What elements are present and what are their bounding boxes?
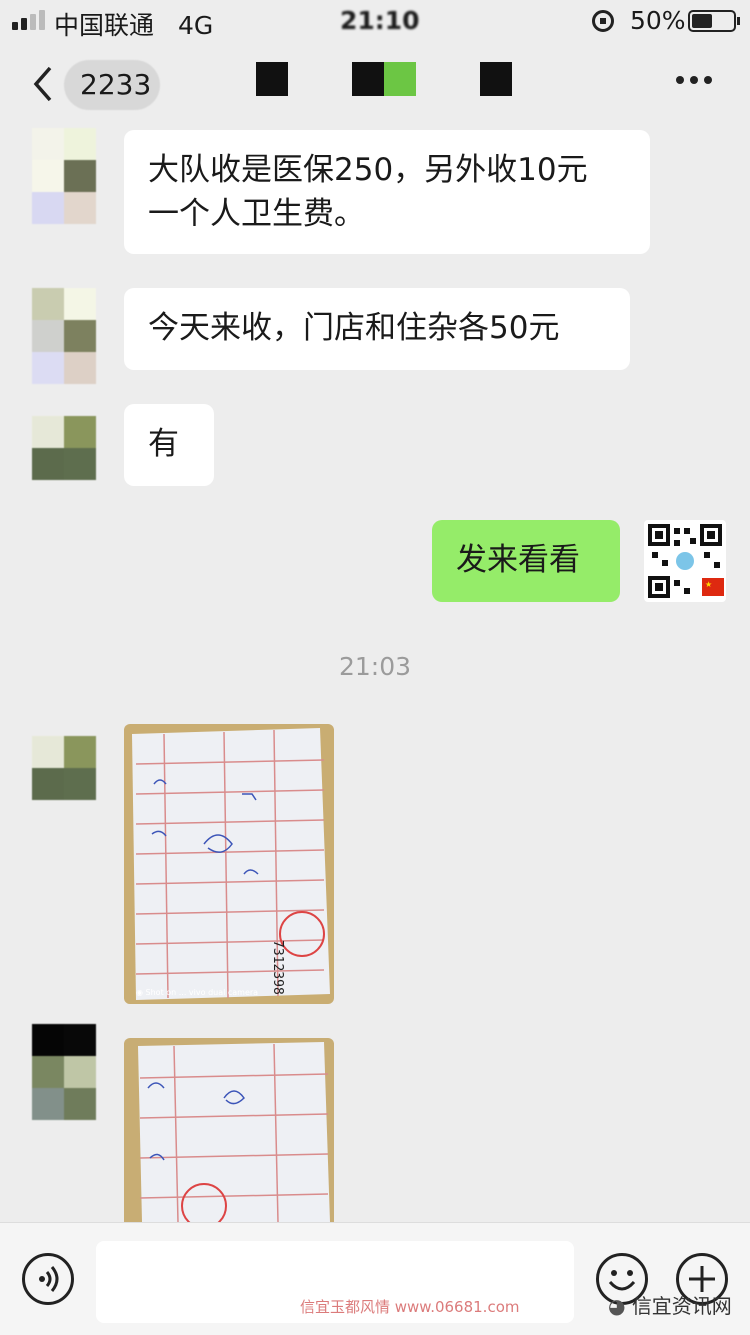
message-bubble[interactable]: 大队收是医保250，另外收10元 一个人卫生费。 (124, 130, 650, 254)
avatar[interactable] (32, 736, 96, 800)
avatar[interactable] (32, 1024, 96, 1120)
voice-waves (39, 1266, 59, 1292)
time-separator: 21:03 (338, 652, 412, 681)
watermark-right-text: 信宜资讯网 (631, 1294, 732, 1318)
wechat-icon: ◕ (608, 1294, 626, 1318)
photo-message[interactable] (124, 1038, 334, 1222)
photo-caption: ◉ Shot on ... vivo dual camera (136, 988, 258, 997)
redacted-block (352, 62, 384, 96)
status-time: 21:10 (340, 6, 420, 35)
watermark-right: ◕ 信宜资讯网 (608, 1290, 732, 1319)
receipt-photo: 7312398 (132, 728, 330, 1000)
more-dots-icon[interactable] (676, 76, 716, 88)
redacted-block (256, 62, 288, 96)
avatar[interactable] (32, 416, 96, 480)
avatar[interactable] (32, 288, 96, 384)
signal-icon (12, 10, 48, 30)
watermark-center: 信宜玉都风情 www.06681.com (300, 1298, 520, 1316)
message-bubble[interactable]: 有 (124, 404, 214, 486)
redacted-block (384, 62, 416, 96)
qr-code-avatar-icon[interactable]: ★ (644, 520, 726, 602)
chat-header: 2233 (0, 42, 750, 128)
receipt-number: 7312398 (270, 940, 285, 995)
message-text: 今天来收，门店和住杂各50元 (148, 310, 560, 346)
camera-icon: ◉ (136, 988, 143, 997)
carrier-label: 中国联通 (54, 11, 155, 40)
avatar[interactable] (32, 128, 96, 224)
message-text: 有 (148, 426, 179, 462)
qr-code-graphic: ★ (648, 524, 724, 598)
photo-caption-text: Shot on ... vivo dual camera (145, 988, 259, 997)
message-text: 发来看看 (456, 542, 580, 578)
voice-icon[interactable] (22, 1253, 74, 1305)
battery-percent: 50% (630, 6, 686, 35)
chat-title[interactable]: 2233 (80, 68, 151, 101)
svg-text:★: ★ (705, 580, 712, 589)
photo-message[interactable]: 7312398 ◉ Shot on ... vivo dual camera (124, 724, 334, 1004)
message-text: 一个人卫生费。 (148, 196, 365, 232)
status-bar: 中国联通 4G 21:10 50% (0, 0, 750, 42)
message-text: 大队收是医保250，另外收10元 (148, 152, 588, 188)
message-bubble-self[interactable]: 发来看看 (432, 520, 620, 602)
back-chevron-icon[interactable] (30, 64, 56, 104)
network-type: 4G (177, 11, 214, 40)
receipt-photo (138, 1042, 330, 1222)
carrier-name: 中国联通 4G (54, 6, 213, 42)
battery-icon (688, 10, 740, 32)
message-bubble[interactable]: 今天来收，门店和住杂各50元 (124, 288, 630, 370)
redacted-block (480, 62, 512, 96)
rotation-lock-icon (592, 10, 614, 32)
